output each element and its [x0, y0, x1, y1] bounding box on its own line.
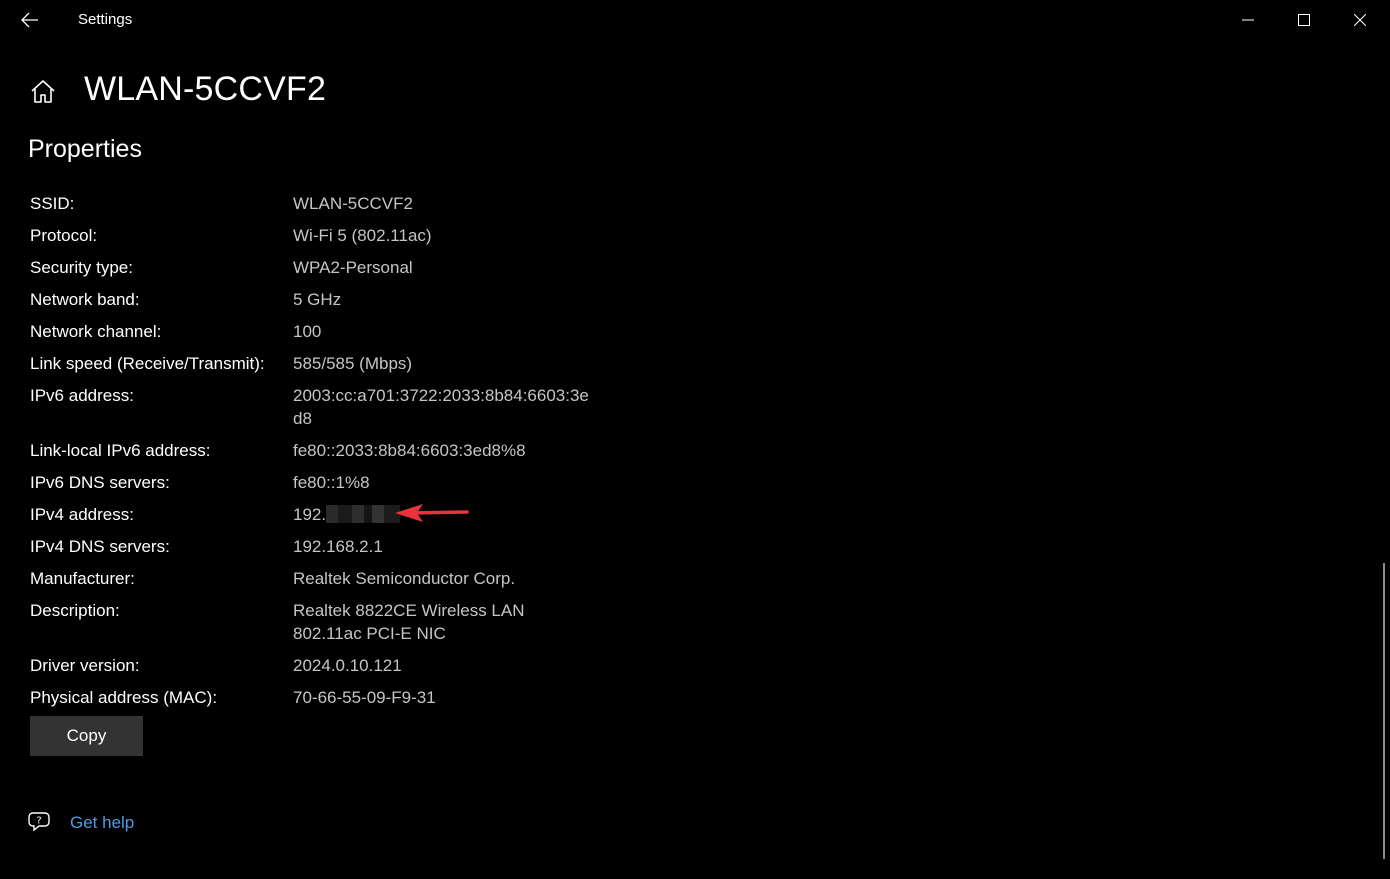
scrollbar-thumb[interactable]: [1383, 563, 1385, 859]
back-button[interactable]: [12, 4, 48, 36]
property-label: Driver version:: [30, 656, 140, 675]
property-value: 192.: [293, 505, 327, 524]
property-value: Realtek 8822CE Wireless LAN 802.11ac PCI…: [293, 601, 525, 643]
redacted-block: [326, 505, 401, 524]
close-icon: [1354, 14, 1366, 26]
chat-help-icon: ?: [28, 812, 50, 832]
property-label: IPv4 address:: [30, 505, 134, 524]
property-value: 192.168.2.1: [293, 537, 383, 556]
property-label: Manufacturer:: [30, 569, 135, 588]
get-help-link[interactable]: Get help: [70, 813, 134, 833]
page-title: WLAN-5CCVF2: [84, 70, 327, 108]
app-title: Settings: [78, 11, 133, 28]
property-label: Physical address (MAC):: [30, 688, 218, 707]
property-value: 100: [293, 322, 322, 341]
maximize-icon: [1298, 14, 1310, 26]
home-icon[interactable]: [29, 78, 57, 106]
minimize-button[interactable]: [1220, 0, 1276, 40]
property-label: IPv6 DNS servers:: [30, 473, 170, 492]
property-value: 585/585 (Mbps): [293, 354, 413, 373]
property-value: Realtek Semiconductor Corp.: [293, 569, 516, 588]
property-label: IPv6 address:: [30, 386, 134, 405]
property-label: Protocol:: [30, 226, 98, 245]
property-label: Link speed (Receive/Transmit):: [30, 354, 265, 373]
property-value: 2003:cc:a701:3722:2033:8b84:6603:3ed8: [293, 386, 589, 428]
property-label: Description:: [30, 601, 120, 620]
property-label: IPv4 DNS servers:: [30, 537, 170, 556]
property-value: Wi-Fi 5 (802.11ac): [293, 226, 432, 245]
svg-text:?: ?: [36, 816, 41, 827]
red-arrow-icon: [395, 504, 469, 522]
copy-button[interactable]: Copy: [30, 716, 143, 756]
property-value: fe80::1%8: [293, 473, 370, 492]
property-value: fe80::2033:8b84:6603:3ed8%8: [293, 441, 526, 460]
back-arrow-icon: [21, 12, 38, 28]
property-value: WPA2-Personal: [293, 258, 413, 277]
minimize-icon: [1242, 19, 1254, 21]
settings-window: Settings WLAN-5CCVF2 Properties SSID: WL…: [0, 0, 1390, 879]
property-label: Network channel:: [30, 322, 162, 341]
maximize-button[interactable]: [1276, 0, 1332, 40]
title-bar: Settings: [0, 0, 1390, 40]
property-value: WLAN-5CCVF2: [293, 194, 413, 213]
section-title: Properties: [28, 135, 142, 163]
property-label: Security type:: [30, 258, 133, 277]
property-label: SSID:: [30, 194, 75, 213]
property-label: Network band:: [30, 290, 140, 309]
property-value: 70-66-55-09-F9-31: [293, 688, 436, 707]
property-value: 5 GHz: [293, 290, 342, 309]
property-label: Link-local IPv6 address:: [30, 441, 211, 460]
property-value: 2024.0.10.121: [293, 656, 402, 675]
close-button[interactable]: [1332, 0, 1388, 40]
